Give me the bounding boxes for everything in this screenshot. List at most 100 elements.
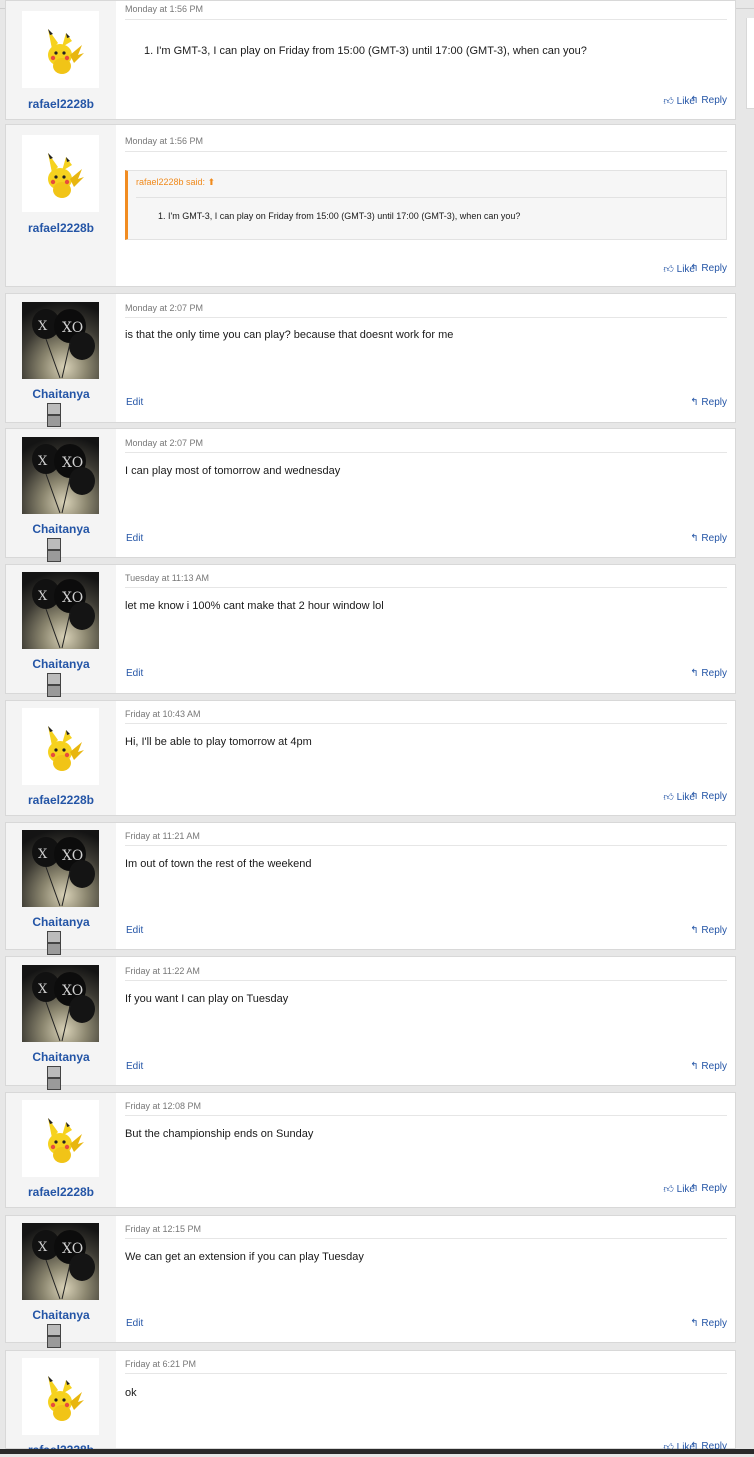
svg-text:XO: XO [62,320,83,336]
post-date[interactable]: Monday at 2:07 PM [125,303,203,313]
avatar[interactable] [22,708,99,785]
reply-icon: ↰ [690,1183,702,1194]
post-date[interactable]: Monday at 1:56 PM [125,136,203,146]
reply-icon: ↰ [690,1318,702,1329]
edit-button[interactable]: Edit [126,533,143,544]
user-info-column: rafael2228b [6,1351,116,1457]
username[interactable]: rafael2228b [6,793,116,807]
message-post: X XO Chaitanya Monday at 2:07 PM I can p… [5,428,736,562]
reply-button[interactable]: ↰ Reply [690,263,727,274]
edit-button[interactable]: Edit [126,397,143,408]
date-divider [125,452,727,453]
post-date[interactable]: Friday at 11:22 AM [125,966,200,976]
post-date[interactable]: Friday at 12:08 PM [125,1101,201,1111]
message-post: X XO Chaitanya Friday at 11:22 AM If you… [5,956,736,1090]
reply-button[interactable]: ↰ Reply [690,397,727,408]
message-post: rafael2228b Friday at 6:21 PM ok 👍︎ Like… [5,1350,736,1457]
reply-button[interactable]: ↰ Reply [690,925,727,936]
message-post: rafael2228b Friday at 10:43 AM Hi, I'll … [5,700,736,816]
balloons-icon: X XO [32,1230,95,1300]
avatar[interactable]: X XO [22,830,99,907]
thumbs-up-icon: 👍︎ [663,1184,677,1195]
user-badges [47,673,75,697]
pikachu-icon [48,726,84,771]
post-body: let me know i 100% cant make that 2 hour… [125,600,384,612]
post-body: Hi, I'll be able to play tomorrow at 4pm [125,736,312,748]
avatar[interactable]: X XO [22,965,99,1042]
post-date[interactable]: Friday at 6:21 PM [125,1359,196,1369]
username[interactable]: rafael2228b [6,97,116,111]
message-post: X XO Chaitanya Tuesday at 11:13 AM let m… [5,564,736,697]
reply-button[interactable]: ↰ Reply [690,1183,727,1194]
avatar[interactable]: X XO [22,1223,99,1300]
date-divider [125,980,727,981]
message-post: rafael2228b Monday at 1:56 PM rafael2228… [5,124,736,287]
date-divider [125,1373,727,1374]
user-info-column: X XO Chaitanya [6,429,116,562]
pikachu-icon [48,29,84,74]
reply-button[interactable]: ↰ Reply [690,668,727,679]
quote-header[interactable]: rafael2228b said: ⬆ [136,177,726,198]
username[interactable]: Chaitanya [6,387,116,401]
avatar[interactable]: X XO [22,572,99,649]
reply-icon: ↰ [690,1061,702,1072]
svg-text:XO: XO [62,1241,83,1257]
post-date[interactable]: Friday at 12:15 PM [125,1224,201,1234]
post-date[interactable]: Friday at 10:43 AM [125,709,201,719]
post-body: We can get an extension if you can play … [125,1251,364,1263]
user-info-column: rafael2228b [6,125,116,286]
username[interactable]: Chaitanya [6,1308,116,1322]
thumbs-up-icon: 👍︎ [663,96,677,107]
avatar[interactable] [22,1358,99,1435]
message-post: rafael2228b Friday at 12:08 PM But the c… [5,1092,736,1208]
reply-button[interactable]: ↰ Reply [690,1318,727,1329]
reply-button[interactable]: ↰ Reply [690,533,727,544]
avatar[interactable] [22,135,99,212]
reply-button[interactable]: ↰ Reply [690,791,727,802]
bottom-edge [0,1449,754,1454]
date-divider [125,723,727,724]
username[interactable]: Chaitanya [6,1050,116,1064]
edit-button[interactable]: Edit [126,668,143,679]
avatar[interactable] [22,1100,99,1177]
post-date[interactable]: Monday at 2:07 PM [125,438,203,448]
svg-text:X: X [38,319,48,334]
post-body: I can play most of tomorrow and wednesda… [125,465,341,477]
post-date[interactable]: Tuesday at 11:13 AM [125,573,209,583]
reply-icon: ↰ [690,533,702,544]
post-date[interactable]: Friday at 11:21 AM [125,831,200,841]
edit-button[interactable]: Edit [126,1318,143,1329]
thumbs-up-icon: 👍︎ [663,264,677,275]
username[interactable]: Chaitanya [6,522,116,536]
user-info-column: X XO Chaitanya [6,565,116,697]
edit-button[interactable]: Edit [126,925,143,936]
user-info-column: X XO Chaitanya [6,957,116,1090]
username[interactable]: rafael2228b [6,1185,116,1199]
quote-block: rafael2228b said: ⬆ 1. I'm GMT-3, I can … [125,170,727,240]
username[interactable]: Chaitanya [6,915,116,929]
post-body: Im out of town the rest of the weekend [125,858,312,870]
svg-text:XO: XO [62,590,83,606]
username[interactable]: rafael2228b [6,221,116,235]
username[interactable]: Chaitanya [6,657,116,671]
avatar[interactable]: X XO [22,302,99,379]
pikachu-icon [48,1376,84,1421]
svg-text:XO: XO [62,848,83,864]
pikachu-icon [48,1118,84,1163]
reply-button[interactable]: ↰ Reply [690,95,727,106]
balloons-icon: X XO [32,444,95,514]
avatar[interactable]: X XO [22,437,99,514]
reply-icon: ↰ [690,397,702,408]
svg-text:XO: XO [62,983,83,999]
post-body: is that the only time you can play? beca… [125,329,454,341]
user-info-column: rafael2228b [6,1093,116,1207]
date-divider [125,19,727,20]
edit-button[interactable]: Edit [126,1061,143,1072]
arrow-up-circle-icon[interactable]: ⬆ [208,177,216,187]
post-date[interactable]: Monday at 1:56 PM [125,4,203,14]
post-body: 1. I'm GMT-3, I can play on Friday from … [144,45,587,57]
message-post: rafael2228b Monday at 1:56 PM 1. I'm GMT… [5,0,736,120]
reply-button[interactable]: ↰ Reply [690,1061,727,1072]
avatar[interactable] [22,11,99,88]
balloons-icon: X XO [32,972,95,1042]
